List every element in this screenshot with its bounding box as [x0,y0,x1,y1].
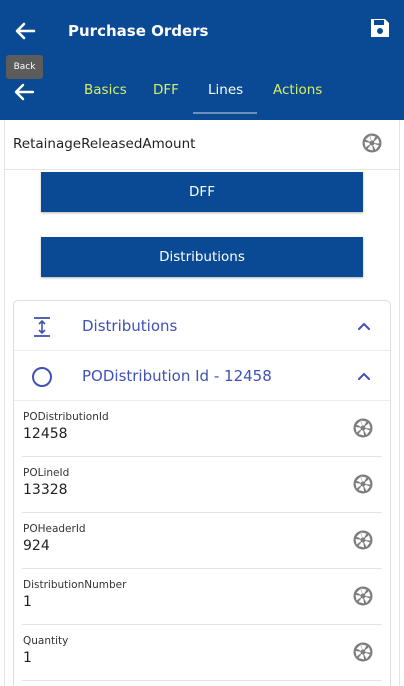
camera-shutter-icon [353,418,373,438]
page-title: Purchase Orders [68,22,209,40]
camera-shutter-icon [353,530,373,550]
field-po-distribution-id: PODistributionId 12458 [22,401,382,457]
field-value: 1 [23,594,32,610]
tab-back-button[interactable] [10,78,38,106]
tab-bar: Basics DFF Lines Actions [0,62,404,120]
field-distribution-number: DistributionNumber 1 [22,569,382,625]
field-label: POHeaderId [23,523,86,535]
field-label: DistributionNumber [23,579,127,591]
chevron-up-icon[interactable] [356,318,372,334]
field-po-header-id: POHeaderId 924 [22,513,382,569]
distribution-item-label: PODistribution Id - 12458 [82,367,272,385]
content-border-right [399,120,400,686]
camera-shutter-icon [353,586,373,606]
arrow-left-icon [14,83,35,101]
distributions-button[interactable]: Distributions [41,237,363,277]
chevron-up-icon[interactable] [356,368,372,384]
field-retainage-released-amount: RetainageReleasedAmount [5,120,399,170]
camera-button[interactable] [352,641,374,663]
field-value: 1 [23,650,32,666]
save-button[interactable] [368,16,394,44]
distribution-item-header[interactable]: PODistribution Id - 12458 [14,351,390,401]
field-value: 12458 [23,426,68,442]
field-label: RetainageReleasedAmount [13,136,196,152]
expand-vertical-icon [30,315,54,339]
back-button[interactable] [10,16,40,46]
field-value: 924 [23,538,50,554]
app-bar: Purchase Orders [0,0,404,62]
active-tab-indicator [193,112,257,114]
camera-button[interactable] [352,585,374,607]
field-po-line-id: POLineId 13328 [22,457,382,513]
back-tooltip: Back [6,55,43,79]
tab-basics[interactable]: Basics [84,82,127,98]
camera-button[interactable] [352,473,374,495]
tab-lines[interactable]: Lines [208,82,243,98]
distributions-card: Distributions PODistribution Id - 12458 [13,300,391,686]
circle-outline-icon [30,365,54,389]
tab-dff[interactable]: DFF [153,82,179,98]
distributions-section-header[interactable]: Distributions [14,301,390,351]
arrow-left-icon [15,22,36,40]
save-icon [371,19,389,37]
content-border-left [4,120,5,686]
tab-actions[interactable]: Actions [273,82,322,98]
field-label: PODistributionId [23,411,109,423]
dff-button[interactable]: DFF [41,172,363,212]
content-area[interactable]: RetainageReleasedAmount DFF Distribution… [0,120,404,686]
camera-button[interactable] [361,132,383,154]
camera-shutter-icon [353,642,373,662]
section-label: Distributions [82,317,178,335]
field-label: Quantity [23,635,69,647]
field-value: 13328 [23,482,68,498]
field-quantity: Quantity 1 [22,625,382,681]
camera-shutter-icon [353,474,373,494]
camera-button[interactable] [352,529,374,551]
camera-shutter-icon [362,133,382,153]
field-label: POLineId [23,467,70,479]
camera-button[interactable] [352,417,374,439]
